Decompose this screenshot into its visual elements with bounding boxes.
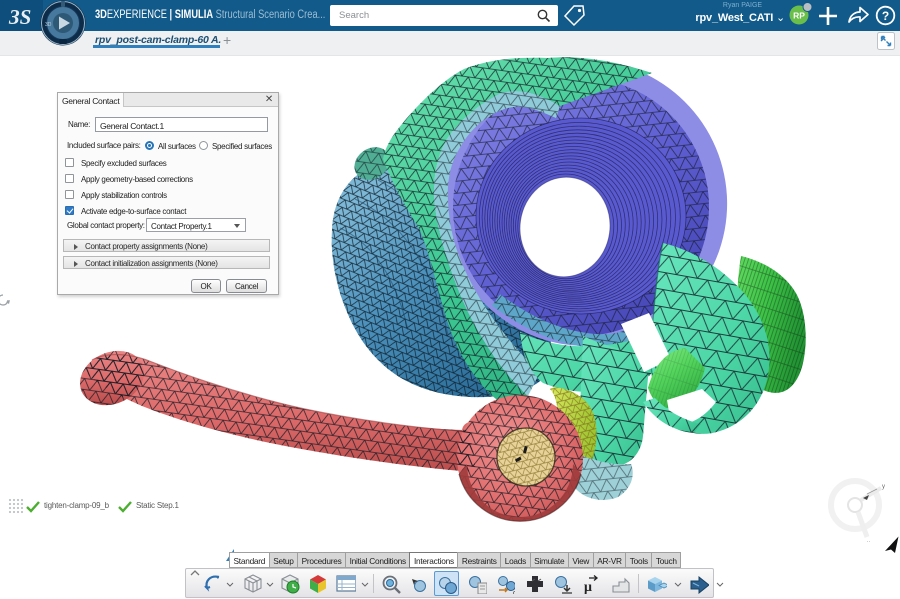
svg-text:?: ? xyxy=(882,9,889,23)
svg-text:x: x xyxy=(867,541,870,542)
svg-text:ЗS: ЗS xyxy=(8,5,31,29)
svg-text:μ: μ xyxy=(584,580,592,594)
svg-text:3D: 3D xyxy=(45,22,52,28)
svg-text:RP: RP xyxy=(793,11,805,21)
svg-text:o: o xyxy=(513,590,515,594)
svg-text:y: y xyxy=(882,484,885,490)
